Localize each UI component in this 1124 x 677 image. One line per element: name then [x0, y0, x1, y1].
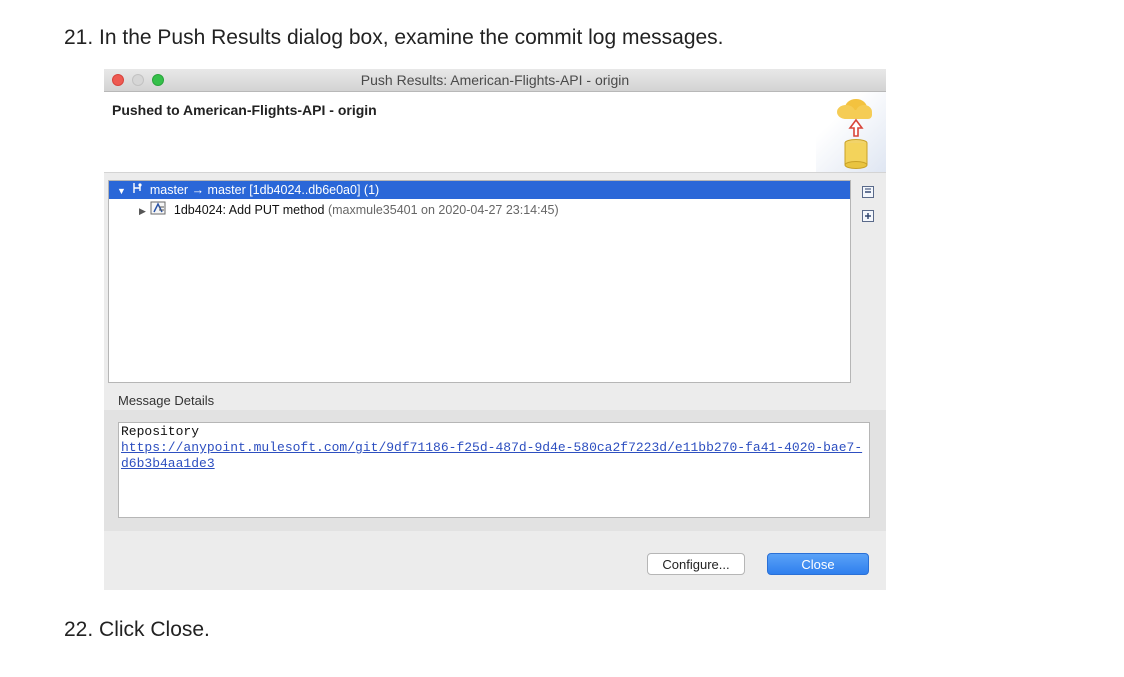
title-bar[interactable]: Push Results: American-Flights-API - ori… [104, 69, 886, 92]
expanded-arrow-icon[interactable]: ▼ [117, 182, 126, 200]
expand-all-icon[interactable] [862, 210, 874, 222]
pushed-to-heading: Pushed to American-Flights-API - origin [112, 102, 377, 118]
commit-row-meta: (maxmule35401 on 2020-04-27 23:14:45) [327, 203, 559, 217]
header-banner [816, 92, 886, 172]
close-button[interactable]: Close [767, 553, 869, 575]
message-details-box[interactable]: Repository https://anypoint.mulesoft.com… [118, 422, 870, 518]
collapse-all-icon[interactable] [862, 186, 874, 198]
repository-label: Repository [121, 424, 200, 439]
tree-row-commit[interactable]: ▶ 1db4024: Add PUT method (maxmule35401 … [109, 201, 559, 219]
commit-icon [150, 201, 166, 220]
window-title: Push Results: American-Flights-API - ori… [360, 72, 630, 88]
step-21-instruction: 21. In the Push Results dialog box, exam… [64, 26, 724, 49]
step-22-instruction: 22. Click Close. [64, 618, 210, 641]
repository-url-link[interactable]: https://anypoint.mulesoft.com/git/9df711… [121, 440, 867, 472]
tree-row-branch[interactable]: ▼ master → master [1db4024..db6e0a0] (1) [109, 181, 850, 199]
configure-button[interactable]: Configure... [647, 553, 745, 575]
push-results-dialog: Push Results: American-Flights-API - ori… [104, 69, 886, 590]
branch-icon [131, 181, 143, 199]
push-results-tree[interactable]: ▼ master → master [1db4024..db6e0a0] (1)… [108, 180, 851, 383]
collapsed-arrow-icon[interactable]: ▶ [139, 202, 146, 220]
dialog-header: Pushed to American-Flights-API - origin [104, 92, 886, 173]
cloud-upload-icon [837, 99, 872, 169]
commit-row-label: 1db4024: Add PUT method [173, 203, 328, 217]
branch-row-label: master → master [1db4024..db6e0a0] (1) [149, 183, 380, 197]
message-details-label: Message Details [118, 393, 215, 408]
tree-side-tools [862, 186, 878, 234]
